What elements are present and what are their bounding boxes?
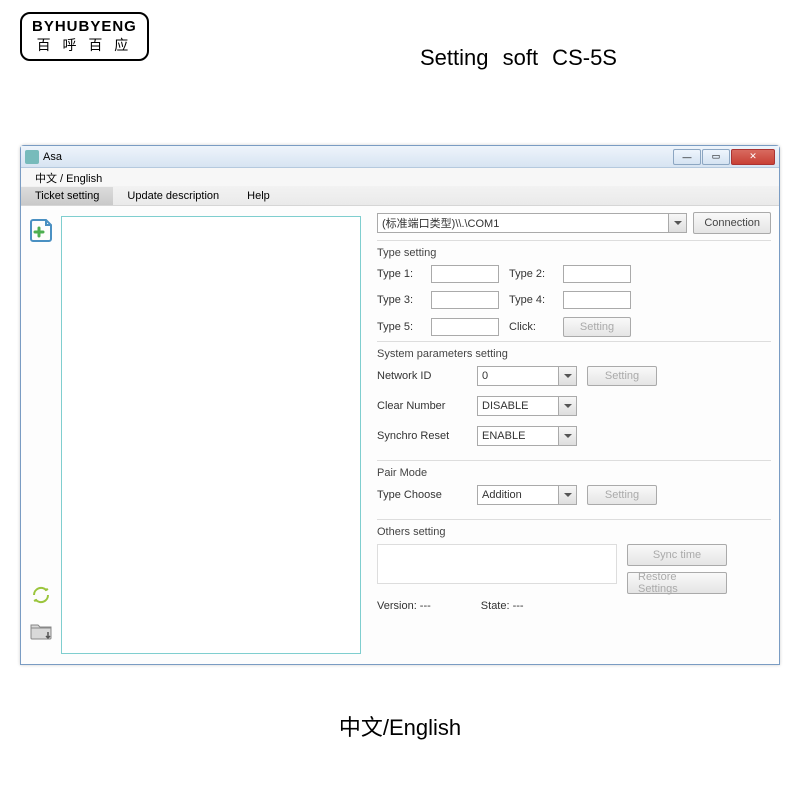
pair-setting-button[interactable]: Setting xyxy=(587,485,657,505)
page-heading: Setting soft CS-5S xyxy=(420,45,617,71)
synchro-reset-select[interactable]: ENABLE xyxy=(477,426,577,446)
minimize-button[interactable]: — xyxy=(673,149,701,165)
logo-cn: 百 呼 百 应 xyxy=(32,35,137,55)
port-select[interactable]: (标准端口类型)\\.\COM1 xyxy=(377,213,687,233)
settings-panel: (标准端口类型)\\.\COM1 Connection Type setting… xyxy=(361,206,779,664)
window-title: Asa xyxy=(43,151,62,163)
canvas-area xyxy=(61,216,361,654)
pair-mode-title: Pair Mode xyxy=(377,467,771,479)
network-id-label: Network ID xyxy=(377,370,467,382)
folder-icon[interactable] xyxy=(29,621,53,646)
chevron-down-icon xyxy=(668,214,686,232)
menu-help[interactable]: Help xyxy=(233,187,284,205)
type4-label: Type 4: xyxy=(509,294,553,306)
close-button[interactable]: ✕ xyxy=(731,149,775,165)
type5-input[interactable] xyxy=(431,318,499,336)
type-choose-select[interactable]: Addition xyxy=(477,485,577,505)
window-controls: — ▭ ✕ xyxy=(672,149,775,165)
footer-language: 中文/English xyxy=(0,710,800,742)
connection-button[interactable]: Connection xyxy=(693,212,771,234)
type1-input[interactable] xyxy=(431,265,499,283)
network-id-select[interactable]: 0 xyxy=(477,366,577,386)
chevron-down-icon xyxy=(558,397,576,415)
chevron-down-icon xyxy=(558,427,576,445)
state-text: State: --- xyxy=(481,600,524,612)
menu-update-description[interactable]: Update description xyxy=(113,187,233,205)
system-params-group: System parameters setting Network ID 0 S… xyxy=(377,341,771,460)
refresh-icon[interactable] xyxy=(30,584,52,611)
type-choose-label: Type Choose xyxy=(377,489,467,501)
add-icon[interactable] xyxy=(28,218,54,244)
brand-logo: BYHUBYENG 百 呼 百 应 xyxy=(20,12,149,61)
chevron-down-icon xyxy=(558,486,576,504)
left-toolbar xyxy=(21,206,61,664)
menu-ticket-setting[interactable]: Ticket setting xyxy=(21,187,113,205)
others-box xyxy=(377,544,617,584)
sync-time-button[interactable]: Sync time xyxy=(627,544,727,566)
type2-label: Type 2: xyxy=(509,268,553,280)
type-setting-group: Type setting Type 1: Type 2: Type 3: Typ… xyxy=(377,240,771,341)
clear-number-label: Clear Number xyxy=(377,400,467,412)
type-setting-title: Type setting xyxy=(377,247,771,259)
port-value: (标准端口类型)\\.\COM1 xyxy=(382,215,499,231)
click-label: Click: xyxy=(509,321,553,333)
maximize-button[interactable]: ▭ xyxy=(702,149,730,165)
logo-en: BYHUBYENG xyxy=(32,18,137,35)
type2-input[interactable] xyxy=(563,265,631,283)
synchro-reset-label: Synchro Reset xyxy=(377,430,467,442)
menubar: Ticket setting Update description Help xyxy=(21,186,779,206)
pair-mode-group: Pair Mode Type Choose Addition Setting xyxy=(377,460,771,519)
network-setting-button[interactable]: Setting xyxy=(587,366,657,386)
version-text: Version: --- xyxy=(377,600,431,612)
system-params-title: System parameters setting xyxy=(377,348,771,360)
chevron-down-icon xyxy=(558,367,576,385)
app-window: Asa — ▭ ✕ 中文 / English Ticket setting Up… xyxy=(20,145,780,665)
type5-label: Type 5: xyxy=(377,321,421,333)
language-bar[interactable]: 中文 / English xyxy=(21,168,779,186)
type3-input[interactable] xyxy=(431,291,499,309)
type3-label: Type 3: xyxy=(377,294,421,306)
titlebar: Asa — ▭ ✕ xyxy=(21,146,779,168)
type4-input[interactable] xyxy=(563,291,631,309)
others-group: Others setting Sync time Restore Setting… xyxy=(377,519,771,616)
type1-label: Type 1: xyxy=(377,268,421,280)
type-setting-button[interactable]: Setting xyxy=(563,317,631,337)
content-area: (标准端口类型)\\.\COM1 Connection Type setting… xyxy=(21,206,779,664)
others-title: Others setting xyxy=(377,526,771,538)
clear-number-select[interactable]: DISABLE xyxy=(477,396,577,416)
app-icon xyxy=(25,150,39,164)
restore-settings-button[interactable]: Restore Settings xyxy=(627,572,727,594)
